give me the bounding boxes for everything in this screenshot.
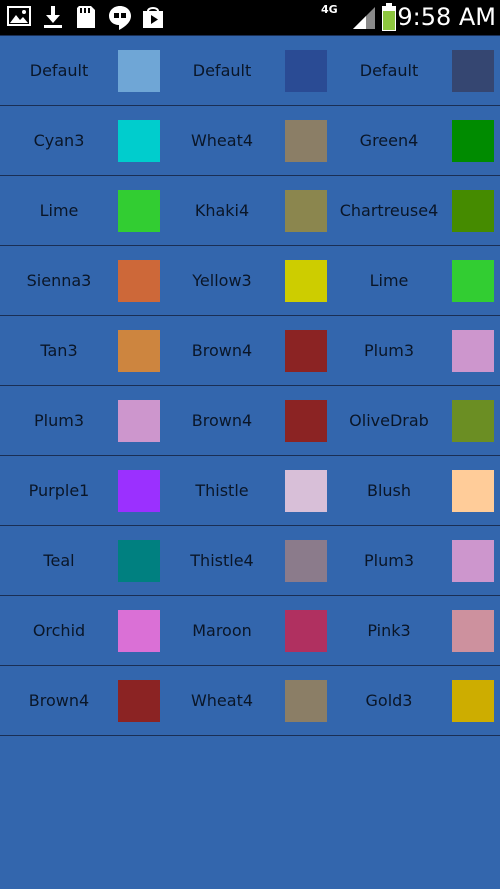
color-swatch[interactable] <box>452 50 494 92</box>
gallery-icon <box>7 6 31 26</box>
color-swatch[interactable] <box>452 190 494 232</box>
clock: 9:58 AM <box>397 3 496 31</box>
color-label: Thistle <box>195 481 249 500</box>
color-swatch[interactable] <box>118 330 160 372</box>
color-swatch[interactable] <box>118 400 160 442</box>
color-swatch[interactable] <box>285 680 327 722</box>
color-grid: Default Default Default Cyan3 Wheat4 Green4 Li… <box>0 35 500 736</box>
color-row: Cyan3 Wheat4 Green4 <box>0 106 500 176</box>
play-store-icon <box>143 7 163 28</box>
color-label: OliveDrab <box>349 411 429 430</box>
color-label: Chartreuse4 <box>339 201 439 220</box>
color-label: Thistle4 <box>190 551 254 570</box>
color-row: Plum3 Brown4 OliveDrab <box>0 386 500 456</box>
color-label: Khaki4 <box>194 201 250 220</box>
color-swatch[interactable] <box>285 610 327 652</box>
color-swatch[interactable] <box>452 330 494 372</box>
color-swatch[interactable] <box>285 330 327 372</box>
color-swatch[interactable] <box>452 400 494 442</box>
color-label: Brown4 <box>191 341 253 360</box>
color-swatch[interactable] <box>285 50 327 92</box>
color-swatch[interactable] <box>118 540 160 582</box>
color-label: Default <box>29 61 89 80</box>
color-label: Sienna3 <box>26 271 92 290</box>
color-label: Lime <box>369 271 409 290</box>
sd-card-icon <box>77 6 95 28</box>
color-row: Brown4 Wheat4 Gold3 <box>0 666 500 736</box>
color-label: Plum3 <box>364 551 414 570</box>
color-swatch[interactable] <box>118 610 160 652</box>
color-label: Pink3 <box>367 621 411 640</box>
status-bar: 4G 9:58 AM <box>0 0 500 35</box>
color-label: Tan3 <box>40 341 78 360</box>
color-swatch[interactable] <box>285 120 327 162</box>
color-label: Default <box>192 61 252 80</box>
color-label: Lime <box>39 201 79 220</box>
color-swatch[interactable] <box>118 190 160 232</box>
color-row: Default Default Default <box>0 35 500 106</box>
color-label: Brown4 <box>28 691 90 710</box>
color-swatch[interactable] <box>452 680 494 722</box>
color-label: Brown4 <box>191 411 253 430</box>
color-label: Gold3 <box>365 691 413 710</box>
color-swatch[interactable] <box>118 260 160 302</box>
color-label: Plum3 <box>34 411 84 430</box>
color-label: Yellow3 <box>192 271 252 290</box>
hangouts-icon <box>109 6 131 30</box>
color-swatch[interactable] <box>285 470 327 512</box>
network-type: 4G <box>321 3 338 16</box>
color-label: Wheat4 <box>190 131 254 150</box>
color-swatch[interactable] <box>285 540 327 582</box>
color-label: Maroon <box>192 621 252 640</box>
download-icon <box>44 6 62 28</box>
battery-icon <box>382 3 396 31</box>
color-row: Sienna3 Yellow3 Lime <box>0 246 500 316</box>
color-label: Blush <box>366 481 412 500</box>
signal-icon <box>353 7 375 29</box>
color-swatch[interactable] <box>285 190 327 232</box>
color-label: Wheat4 <box>190 691 254 710</box>
color-swatch[interactable] <box>118 50 160 92</box>
color-row: Teal Thistle4 Plum3 <box>0 526 500 596</box>
color-swatch[interactable] <box>285 400 327 442</box>
color-row: Lime Khaki4 Chartreuse4 <box>0 176 500 246</box>
color-swatch[interactable] <box>118 470 160 512</box>
color-row: Orchid Maroon Pink3 <box>0 596 500 666</box>
color-label: Cyan3 <box>33 131 85 150</box>
color-swatch[interactable] <box>452 610 494 652</box>
color-label: Plum3 <box>364 341 414 360</box>
color-label: Green4 <box>359 131 419 150</box>
color-label: Teal <box>43 551 75 570</box>
color-label: Default <box>359 61 419 80</box>
color-swatch[interactable] <box>452 260 494 302</box>
color-swatch[interactable] <box>118 120 160 162</box>
color-swatch[interactable] <box>452 540 494 582</box>
color-label: Orchid <box>32 621 86 640</box>
color-row: Tan3 Brown4 Plum3 <box>0 316 500 386</box>
color-label: Purple1 <box>28 481 90 500</box>
color-row: Purple1 Thistle Blush <box>0 456 500 526</box>
color-swatch[interactable] <box>452 470 494 512</box>
color-swatch[interactable] <box>285 260 327 302</box>
color-swatch[interactable] <box>452 120 494 162</box>
color-swatch[interactable] <box>118 680 160 722</box>
